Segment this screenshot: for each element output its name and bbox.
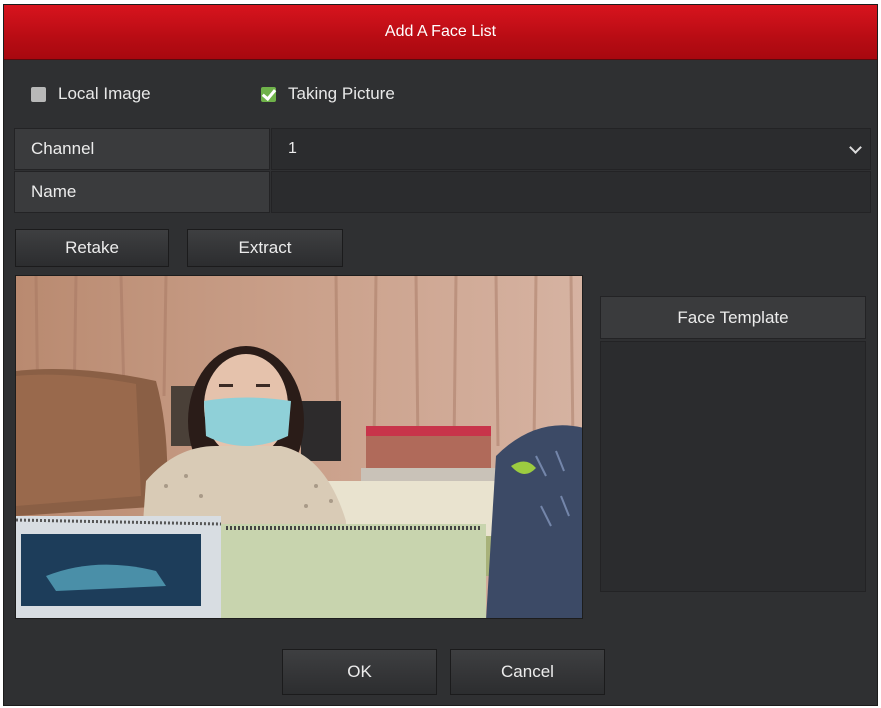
camera-snapshot-image bbox=[16, 276, 582, 618]
cancel-button[interactable]: Cancel bbox=[450, 649, 605, 695]
local-image-checkbox[interactable] bbox=[31, 86, 46, 102]
channel-row: Channel 1 bbox=[14, 128, 871, 171]
face-template-header: Face Template bbox=[600, 296, 866, 339]
taking-picture-label: Taking Picture bbox=[288, 84, 395, 103]
ok-button[interactable]: OK bbox=[282, 649, 437, 695]
channel-label: Channel bbox=[14, 128, 270, 170]
chevron-down-icon[interactable] bbox=[840, 147, 870, 152]
camera-preview bbox=[15, 275, 583, 619]
channel-select[interactable]: 1 bbox=[271, 128, 871, 170]
local-image-option[interactable]: Local Image bbox=[31, 84, 151, 104]
dialog-titlebar: Add A Face List bbox=[4, 5, 877, 60]
face-template-area bbox=[600, 341, 866, 592]
name-label: Name bbox=[14, 171, 270, 213]
retake-button[interactable]: Retake bbox=[15, 229, 169, 267]
extract-button[interactable]: Extract bbox=[187, 229, 343, 267]
add-face-list-dialog: Add A Face List Local Image Taking Pictu… bbox=[3, 4, 878, 706]
local-image-label: Local Image bbox=[58, 84, 151, 103]
name-input[interactable] bbox=[271, 171, 871, 213]
checkmark-icon[interactable] bbox=[261, 86, 276, 102]
dialog-title: Add A Face List bbox=[384, 23, 497, 40]
channel-value: 1 bbox=[288, 140, 297, 157]
face-form: Channel 1 Name bbox=[14, 128, 871, 214]
name-row: Name bbox=[14, 171, 871, 214]
taking-picture-option[interactable]: Taking Picture bbox=[261, 84, 395, 104]
